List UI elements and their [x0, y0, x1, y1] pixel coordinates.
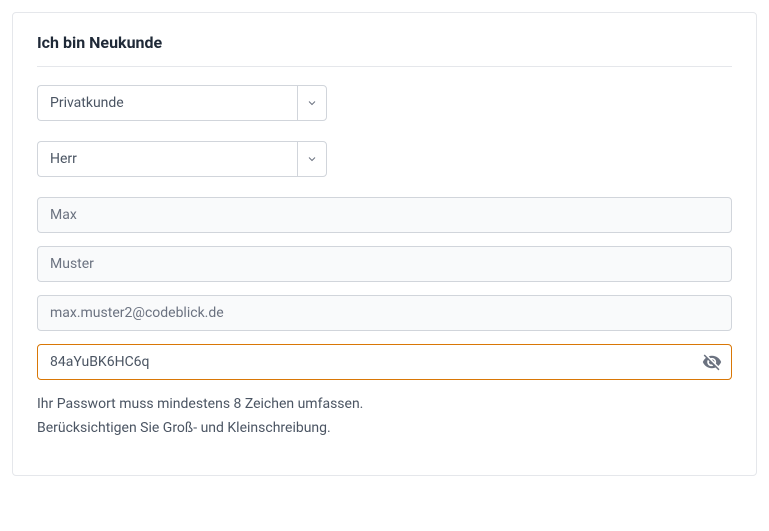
card-title: Ich bin Neukunde [37, 33, 732, 67]
customer-type-value: Privatkunde [37, 85, 297, 121]
password-wrapper [37, 344, 732, 380]
registration-card: Ich bin Neukunde Privatkunde Herr Ihr Pa… [12, 12, 757, 476]
first-name-input[interactable] [37, 197, 732, 233]
last-name-input[interactable] [37, 246, 732, 282]
salutation-select[interactable]: Herr [37, 141, 327, 177]
password-help-line2: Berücksichtigen Sie Groß- und Kleinschre… [37, 417, 732, 441]
email-input[interactable] [37, 295, 732, 331]
password-help-line1: Ihr Passwort muss mindestens 8 Zeichen u… [37, 393, 732, 417]
salutation-value: Herr [37, 141, 297, 177]
customer-type-select[interactable]: Privatkunde [37, 85, 327, 121]
chevron-down-icon [297, 85, 327, 121]
chevron-down-icon [297, 141, 327, 177]
eye-off-icon[interactable] [702, 352, 722, 372]
password-input[interactable] [37, 344, 732, 380]
